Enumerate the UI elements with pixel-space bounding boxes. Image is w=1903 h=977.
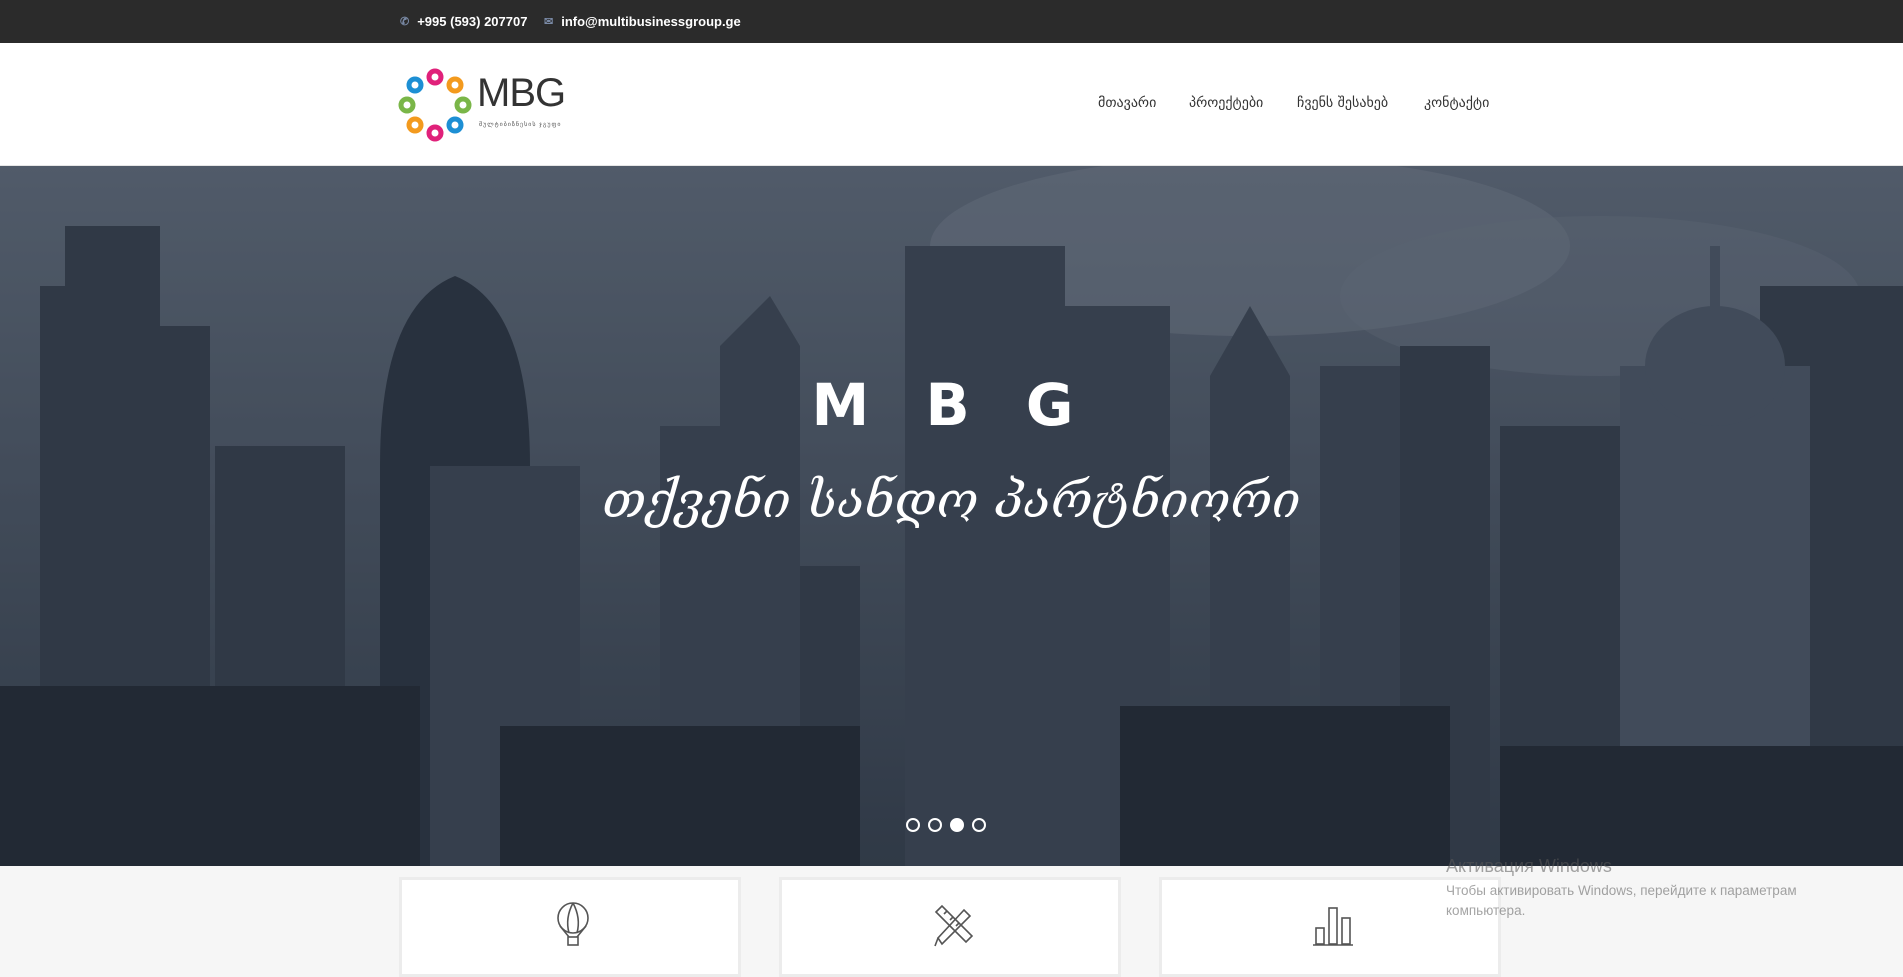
top-bar: ✆ +995 (593) 207707 ✉ info@multibusiness… <box>0 0 1903 43</box>
site-logo[interactable]: MBG მულტიბიზნესის ჯგუფი <box>393 67 566 147</box>
pencil-ruler-icon <box>934 904 974 947</box>
bar-chart-icon <box>1313 907 1353 946</box>
feature-card-2[interactable] <box>779 877 1121 977</box>
logo-text: MBG <box>477 71 566 115</box>
slider-dot-2[interactable] <box>928 818 942 832</box>
hot-air-balloon-icon <box>557 902 589 946</box>
phone-icon: ✆ <box>400 16 410 28</box>
watermark-line-1: Чтобы активировать Windows, перейдите к … <box>1446 883 1797 898</box>
nav-item-projects[interactable]: პროექტები <box>1189 95 1263 111</box>
slider-dot-1[interactable] <box>906 818 920 832</box>
envelope-icon: ✉ <box>544 16 554 28</box>
nav-item-home[interactable]: მთავარი <box>1098 95 1156 111</box>
phone-number[interactable]: +995 (593) 207707 <box>417 14 527 29</box>
site-header: MBG მულტიბიზნესის ჯგუფი მთავარი პროექტებ… <box>0 43 1903 166</box>
email-address[interactable]: info@multibusinessgroup.ge <box>561 14 741 29</box>
hero-subtitle: თქვენი სანდო პარტნიორი <box>602 471 1301 529</box>
nav-item-about[interactable]: ჩვენს შესახებ <box>1297 95 1388 111</box>
email-contact[interactable]: ✉ info@multibusinessgroup.ge <box>544 14 741 29</box>
slider-dot-4[interactable] <box>972 818 986 832</box>
feature-card-1[interactable] <box>399 877 741 977</box>
logo-mark-icon <box>398 68 472 142</box>
logo-subtitle: მულტიბიზნესის ჯგუფი <box>479 122 562 128</box>
watermark-title: Активация Windows <box>1446 856 1612 876</box>
hero-title: M B G <box>811 371 1092 439</box>
nav-item-contact[interactable]: კონტაქტი <box>1424 95 1489 111</box>
windows-activation-watermark: Активация Windows Чтобы активировать Win… <box>1446 856 1797 921</box>
hero-slider: M B G თქვენი სანდო პარტნიორი <box>0 166 1903 866</box>
slider-pagination <box>906 818 986 832</box>
watermark-line-2: компьютера. <box>1446 903 1526 918</box>
slider-dot-3-active[interactable] <box>950 818 964 832</box>
phone-contact[interactable]: ✆ +995 (593) 207707 <box>400 14 527 29</box>
